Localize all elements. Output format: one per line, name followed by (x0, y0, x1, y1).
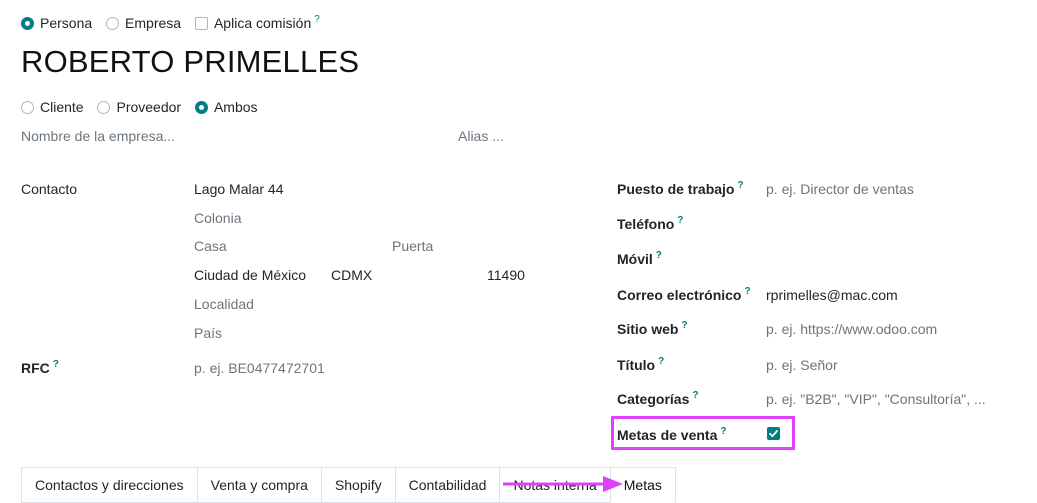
help-icon[interactable]: ? (656, 250, 662, 261)
mobile-input[interactable] (766, 250, 1006, 268)
localidad-input[interactable]: Localidad (194, 296, 254, 312)
country-input[interactable]: País (194, 325, 222, 341)
company-name-input[interactable]: Nombre de la empresa... (21, 128, 175, 144)
partner-role-selector: Cliente Proveedor Ambos (21, 99, 268, 115)
radio-ambos[interactable]: Ambos (194, 99, 258, 115)
help-icon[interactable]: ? (681, 320, 687, 331)
rfc-input[interactable]: p. ej. BE0477472701 (194, 360, 325, 376)
phone-input[interactable] (766, 215, 1006, 233)
radio-cliente[interactable]: Cliente (21, 99, 84, 115)
city-input[interactable]: Ciudad de México (194, 267, 306, 283)
radio-selected-icon (194, 101, 208, 114)
mobile-label: Móvil? (617, 250, 662, 267)
help-icon[interactable]: ? (692, 390, 698, 401)
radio-selected-icon (21, 17, 34, 30)
help-icon[interactable]: ? (677, 215, 683, 226)
help-icon[interactable]: ? (53, 359, 59, 370)
tab-shopify[interactable]: Shopify (320, 467, 395, 503)
radio-empty-icon (21, 101, 34, 114)
phone-label: Teléfono? (617, 215, 684, 232)
help-icon[interactable]: ? (314, 14, 320, 25)
radio-empty-icon (97, 101, 111, 114)
alias-input[interactable]: Alias ... (458, 128, 504, 144)
email-input[interactable]: rprimelles@mac.com (766, 287, 898, 303)
categories-label: Categorías? (617, 390, 699, 407)
checkbox-empty-icon (194, 17, 208, 30)
tab-contabilidad[interactable]: Contabilidad (394, 467, 500, 503)
zip-input[interactable]: 11490 (487, 267, 525, 283)
tab-venta-compra[interactable]: Venta y compra (196, 467, 321, 503)
help-icon[interactable]: ? (737, 180, 743, 191)
job-position-input[interactable]: p. ej. Director de ventas (766, 181, 914, 197)
pointer-arrow-icon (503, 476, 623, 492)
colonia-input[interactable]: Colonia (194, 210, 241, 226)
title-label: Título? (617, 356, 665, 373)
street-input[interactable]: Lago Malar 44 (194, 181, 284, 197)
puerta-input[interactable]: Puerta (392, 238, 433, 254)
highlight-box (611, 416, 795, 450)
website-label: Sitio web? (617, 320, 688, 337)
tab-contactos[interactable]: Contactos y direcciones (21, 467, 197, 503)
contact-label: Contacto (21, 181, 78, 197)
help-icon[interactable]: ? (658, 356, 664, 367)
radio-persona[interactable]: Persona (21, 15, 92, 31)
radio-proveedor[interactable]: Proveedor (97, 99, 181, 115)
website-input[interactable]: p. ej. https://www.odoo.com (766, 321, 937, 337)
partner-name[interactable]: ROBERTO PRIMELLES (21, 44, 359, 80)
partner-type-selector: Persona Empresa Aplica comisión? (21, 14, 330, 31)
radio-empresa[interactable]: Empresa (106, 15, 181, 31)
state-input[interactable]: CDMX (331, 267, 372, 283)
title-input[interactable]: p. ej. Señor (766, 357, 838, 373)
rfc-label: RFC? (21, 359, 59, 376)
casa-input[interactable]: Casa (194, 238, 227, 254)
commission-checkbox[interactable]: Aplica comisión? (194, 14, 320, 31)
help-icon[interactable]: ? (744, 286, 750, 297)
categories-input[interactable]: p. ej. "B2B", "VIP", "Consultoría", ... (766, 391, 986, 407)
email-label: Correo electrónico? (617, 286, 751, 303)
job-position-label: Puesto de trabajo? (617, 180, 744, 197)
radio-empty-icon (106, 17, 120, 30)
